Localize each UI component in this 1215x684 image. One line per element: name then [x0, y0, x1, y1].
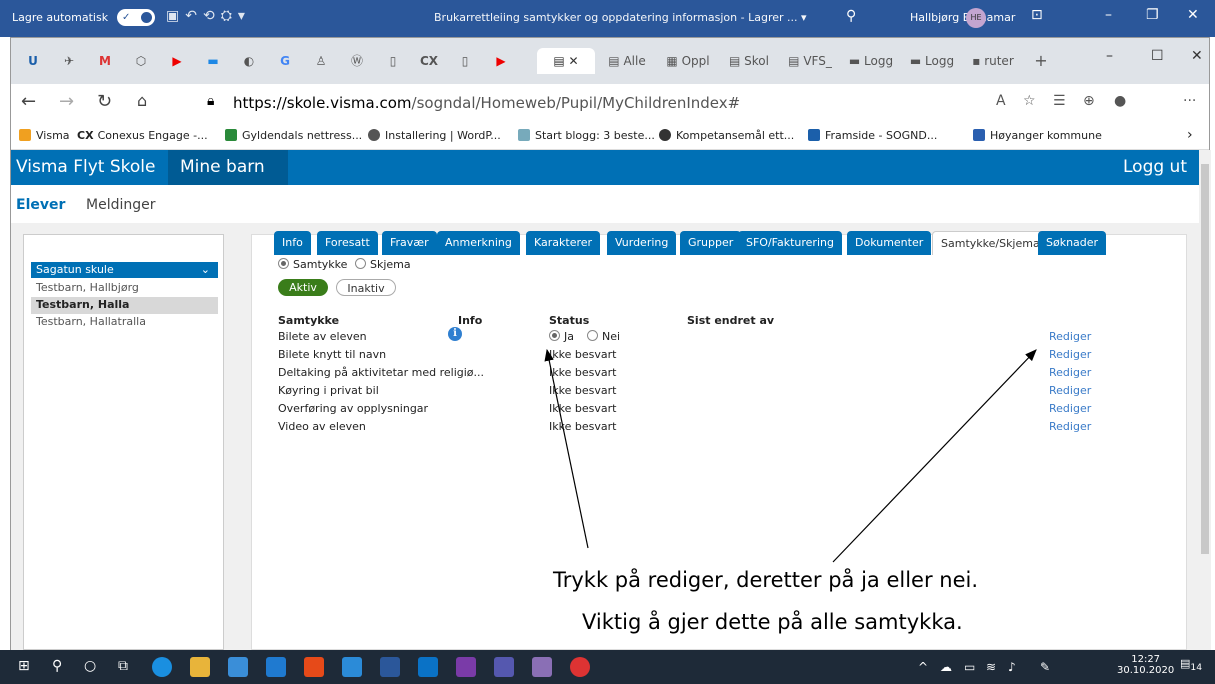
- cortana-icon[interactable]: ○: [84, 658, 96, 674]
- app-icon[interactable]: [532, 657, 552, 677]
- windows-taskbar: ⊞ ⚲ ○ ⧉ ^ ☁ ▭ ≋ ♪ ✎ 12:27 30.10.2020 ▤14: [0, 650, 1215, 684]
- arrow-to-rediger: [832, 349, 1037, 563]
- wifi-icon[interactable]: ≋: [986, 660, 996, 674]
- tray-chevron-icon[interactable]: ^: [918, 660, 928, 674]
- mail-icon[interactable]: [266, 657, 286, 677]
- annotation-line-1: Trykk på rediger, deretter på ja eller n…: [553, 568, 979, 592]
- office-icon[interactable]: [304, 657, 324, 677]
- annotation-line-2: Viktig å gjer dette på alle samtykka.: [582, 610, 963, 634]
- notification-icon[interactable]: ▤14: [1180, 657, 1202, 673]
- volume-icon[interactable]: ♪: [1008, 660, 1016, 674]
- onedrive-icon[interactable]: ☁: [940, 660, 952, 674]
- people-icon[interactable]: [342, 657, 362, 677]
- task-view-icon[interactable]: ⧉: [118, 658, 128, 674]
- arrow-to-radio: [544, 348, 589, 549]
- battery-icon[interactable]: ▭: [964, 660, 975, 674]
- explorer-icon[interactable]: [190, 657, 210, 677]
- recorder-icon[interactable]: [570, 657, 590, 677]
- edge-icon[interactable]: [152, 657, 172, 677]
- teams-icon[interactable]: [494, 657, 514, 677]
- onenote-icon[interactable]: [456, 657, 476, 677]
- clock[interactable]: 12:27 30.10.2020: [1117, 654, 1174, 676]
- word-icon[interactable]: [380, 657, 400, 677]
- search-icon[interactable]: ⚲: [52, 658, 62, 674]
- pen-icon[interactable]: ✎: [1040, 660, 1050, 674]
- store-icon[interactable]: [228, 657, 248, 677]
- windows-start-icon[interactable]: ⊞: [18, 658, 30, 674]
- outlook-icon[interactable]: [418, 657, 438, 677]
